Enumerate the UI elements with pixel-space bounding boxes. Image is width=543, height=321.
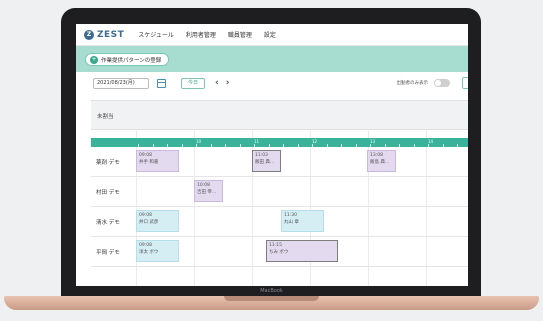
schedule-event[interactable]: 09:08 井手 和嘉 bbox=[136, 150, 179, 172]
nav-staff-management[interactable]: 職員管理 bbox=[228, 30, 252, 39]
event-time: 11:15 bbox=[269, 243, 282, 248]
schedule-event[interactable]: 09:08 井口 武彦 bbox=[136, 210, 179, 232]
event-person: 洋太 ボウ bbox=[139, 250, 159, 255]
next-day-icon[interactable]: › bbox=[226, 78, 230, 88]
staff-row: 平岡 デモ 09:08 洋太 ボウ 11:15 ちみ ボウ bbox=[91, 237, 468, 267]
event-person: 飯島 典... bbox=[370, 160, 390, 165]
schedule-event[interactable]: 09:08 洋太 ボウ bbox=[136, 240, 179, 262]
nav-user-management[interactable]: 利用者管理 bbox=[186, 30, 216, 39]
nav-schedule[interactable]: スケジュール bbox=[138, 30, 174, 39]
logo-mark-icon: Z bbox=[84, 29, 94, 40]
attendance-filter-label: 出勤者のみ表示 bbox=[396, 81, 429, 86]
event-person: 吉田 帝... bbox=[197, 190, 217, 195]
schedule-grid: 未割当 10 11 12 13 14 薬剤 デモ 09:08 井手 和嘉 11:… bbox=[91, 100, 468, 286]
logo-text: ZEST bbox=[97, 29, 125, 40]
staff-row: 清水 デモ 09:08 井口 武彦 11:30 丸山 章 bbox=[91, 207, 468, 237]
main-nav: スケジュール 利用者管理 職員管理 設定 bbox=[138, 30, 276, 39]
staff-row: 村田 デモ 10:08 吉田 帝... bbox=[91, 177, 468, 207]
laptop-notch bbox=[224, 296, 319, 301]
schedule-event[interactable]: 11:15 ちみ ボウ bbox=[266, 240, 338, 262]
staff-name: 薬剤 デモ bbox=[96, 160, 120, 166]
action-band: + 作業提供パターンの登録 bbox=[76, 46, 468, 72]
app-logo[interactable]: Z ZEST bbox=[84, 29, 125, 40]
event-time: 09:08 bbox=[139, 213, 152, 218]
date-toolbar: 2021/08/23(月) 今日 ‹ › 出勤者のみ表示 bbox=[76, 72, 468, 94]
laptop-brand-label: MacBook bbox=[260, 288, 283, 294]
event-time: 11:03 bbox=[255, 153, 268, 158]
event-time: 10:08 bbox=[197, 183, 210, 188]
staff-row: 薬剤 デモ 09:08 井手 和嘉 11:03 飯田 典... 13:08 飯島… bbox=[91, 147, 468, 177]
event-person: 井手 和嘉 bbox=[139, 160, 159, 165]
top-navigation: Z ZEST スケジュール 利用者管理 職員管理 設定 bbox=[76, 24, 468, 46]
schedule-event[interactable]: 10:08 吉田 帝... bbox=[194, 180, 223, 202]
event-time: 13:08 bbox=[370, 153, 383, 158]
register-pattern-button[interactable]: + 作業提供パターンの登録 bbox=[85, 53, 170, 66]
event-time: 09:08 bbox=[139, 153, 152, 158]
date-field[interactable]: 2021/08/23(月) bbox=[93, 77, 149, 89]
event-person: 丸山 章 bbox=[284, 220, 299, 225]
toolbar-edge-button[interactable] bbox=[462, 77, 468, 89]
attendance-filter-toggle[interactable] bbox=[434, 79, 450, 87]
unassigned-label: 未割当 bbox=[97, 114, 114, 120]
event-person: 飯田 典... bbox=[255, 160, 275, 165]
staff-name: 平岡 デモ bbox=[96, 250, 120, 256]
staff-name: 清水 デモ bbox=[96, 220, 120, 226]
staff-name: 村田 デモ bbox=[96, 190, 120, 196]
add-icon: + bbox=[90, 55, 98, 64]
event-time: 11:30 bbox=[284, 213, 297, 218]
register-pattern-label: 作業提供パターンの登録 bbox=[101, 57, 162, 64]
today-button[interactable]: 今日 bbox=[181, 77, 205, 89]
event-person: 井口 武彦 bbox=[139, 220, 159, 225]
event-time: 09:08 bbox=[139, 243, 152, 248]
schedule-event[interactable]: 11:30 丸山 章 bbox=[281, 210, 324, 232]
prev-day-icon[interactable]: ‹ bbox=[215, 78, 219, 88]
schedule-event[interactable]: 13:08 飯島 典... bbox=[367, 150, 396, 172]
hours-timeline: 10 11 12 13 14 bbox=[91, 138, 468, 147]
event-person: ちみ ボウ bbox=[269, 250, 289, 255]
unassigned-row[interactable]: 未割当 bbox=[91, 101, 468, 130]
calendar-icon[interactable] bbox=[157, 78, 166, 88]
app-screen: Z ZEST スケジュール 利用者管理 職員管理 設定 + 作業提供パターンの登… bbox=[76, 24, 468, 286]
schedule-event[interactable]: 11:03 飯田 典... bbox=[252, 150, 281, 172]
nav-settings[interactable]: 設定 bbox=[264, 30, 276, 39]
